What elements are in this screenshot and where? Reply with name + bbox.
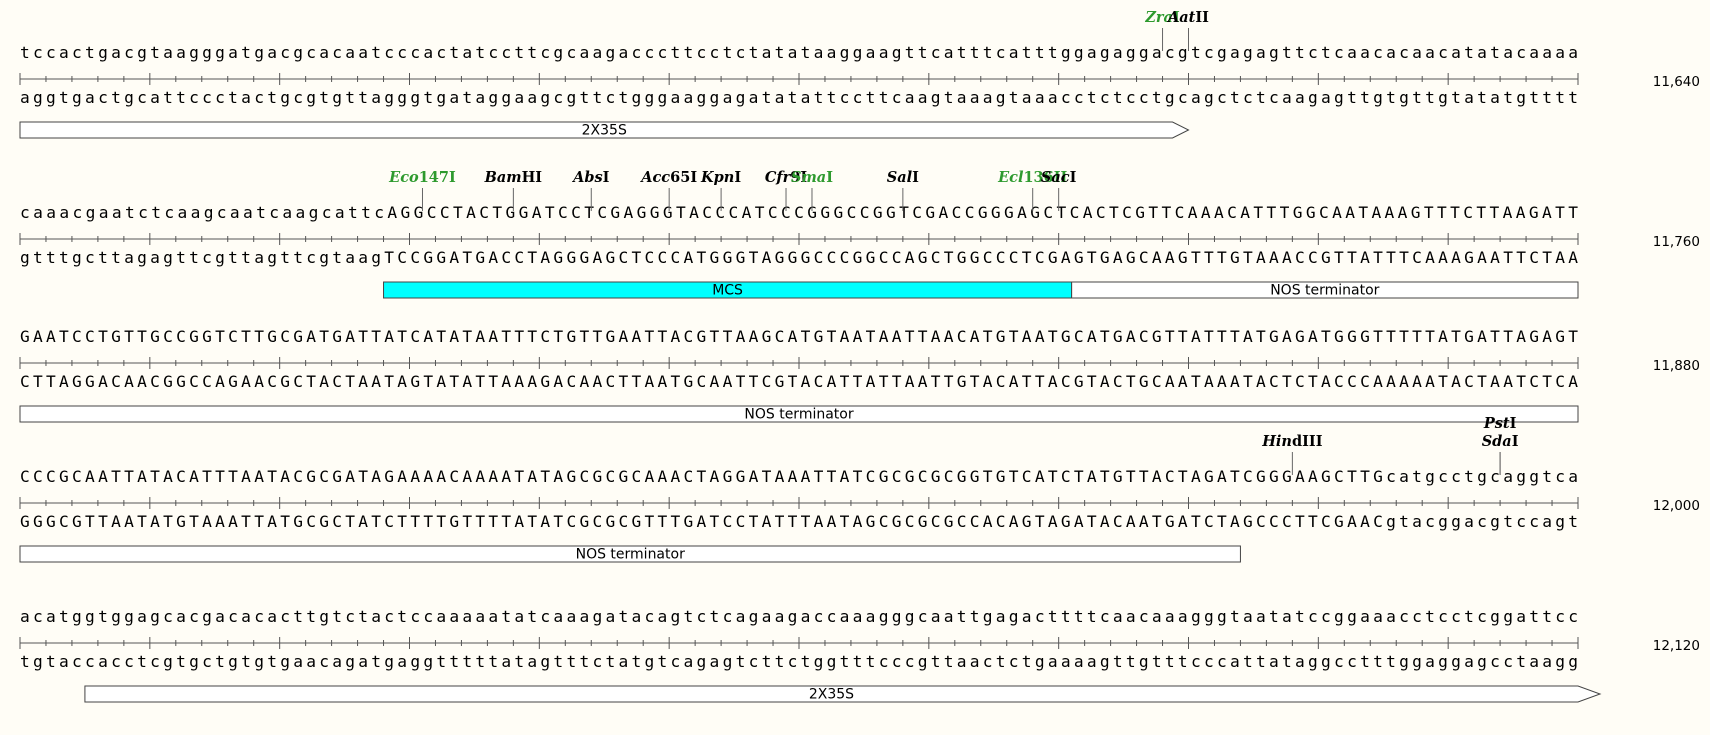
enzyme-label[interactable]: KpnI bbox=[700, 169, 741, 186]
enzyme-label[interactable]: SdaI bbox=[1482, 433, 1519, 450]
top-strand[interactable]: GAATCCTGTTGCCGGTCTTGCGATGATTATCATATAATTT… bbox=[20, 327, 1578, 346]
feature-label: NOS terminator bbox=[1270, 283, 1379, 299]
feature-label: NOS terminator bbox=[744, 407, 853, 423]
enzyme-label[interactable]: SacI bbox=[1041, 169, 1077, 186]
enzyme-label[interactable]: SmaI bbox=[791, 169, 833, 186]
top-strand[interactable]: CCCGCAATTATACATTTAATACGCGATAGAAAACAAAATA… bbox=[20, 467, 1578, 486]
enzyme-label[interactable]: HindIII bbox=[1261, 433, 1322, 450]
enzyme-label[interactable]: Eco147I bbox=[388, 169, 456, 186]
enzyme-label[interactable]: PstI bbox=[1483, 415, 1517, 432]
position-number: 11,760 bbox=[1653, 234, 1700, 250]
sequence-row-3: GAATCCTGTTGCCGGTCTTGCGATGATTATCATATAATTT… bbox=[19, 327, 1700, 423]
position-number: 11,640 bbox=[1653, 74, 1700, 90]
enzyme-label[interactable]: BamHI bbox=[484, 169, 543, 186]
position-number: 12,000 bbox=[1653, 498, 1700, 514]
enzyme-label[interactable]: SalI bbox=[887, 169, 919, 186]
feature-label: NOS terminator bbox=[576, 547, 685, 563]
enzyme-label[interactable]: AbsI bbox=[571, 169, 610, 186]
position-number: 12,120 bbox=[1653, 638, 1700, 654]
feature-label: 2X35S bbox=[809, 687, 854, 703]
top-strand[interactable]: acatggtggagcacgacacacttgtctactccaaaaatat… bbox=[20, 607, 1578, 626]
bottom-strand[interactable]: aggtgactgcattccctactgcgtgttagggtgataggaa… bbox=[20, 88, 1578, 107]
bottom-strand[interactable]: tgtaccacctcgtgctgtgtgaacagatgaggtttttata… bbox=[20, 652, 1578, 671]
feature-label: MCS bbox=[712, 283, 743, 299]
bottom-strand[interactable]: GGGCGTTAATATGTAAATTATGCGCTATCTTTTGTTTTAT… bbox=[20, 512, 1578, 531]
enzyme-label[interactable]: Acc65I bbox=[639, 169, 697, 186]
top-strand[interactable]: caaacgaatctcaagcaatcaagcattcAGGCCTACTGGA… bbox=[20, 203, 1578, 222]
bottom-strand[interactable]: gtttgcttagagttcgttagttcgtaagTCCGGATGACCT… bbox=[20, 248, 1578, 267]
sequence-row-5: acatggtggagcacgacacacttgtctactccaaaaatat… bbox=[19, 607, 1700, 703]
sequence-row-1: tccactgacgtaagggatgacgcacaatcccactatcctt… bbox=[19, 9, 1700, 139]
feature-label: 2X35S bbox=[582, 123, 627, 139]
top-strand[interactable]: tccactgacgtaagggatgacgcacaatcccactatcctt… bbox=[20, 43, 1578, 62]
enzyme-label[interactable]: AatII bbox=[1166, 9, 1209, 26]
sequence-row-4: CCCGCAATTATACATTTAATACGCGATAGAAAACAAAATA… bbox=[19, 415, 1700, 563]
bottom-strand[interactable]: CTTAGGACAACGGCCAGAACGCTACTAATAGTATATTAAA… bbox=[20, 372, 1578, 391]
position-number: 11,880 bbox=[1653, 358, 1700, 374]
sequence-map: tccactgacgtaagggatgacgcacaatcccactatcctt… bbox=[19, 9, 1700, 703]
sequence-row-2: caaacgaatctcaagcaatcaagcattcAGGCCTACTGGA… bbox=[19, 169, 1700, 299]
